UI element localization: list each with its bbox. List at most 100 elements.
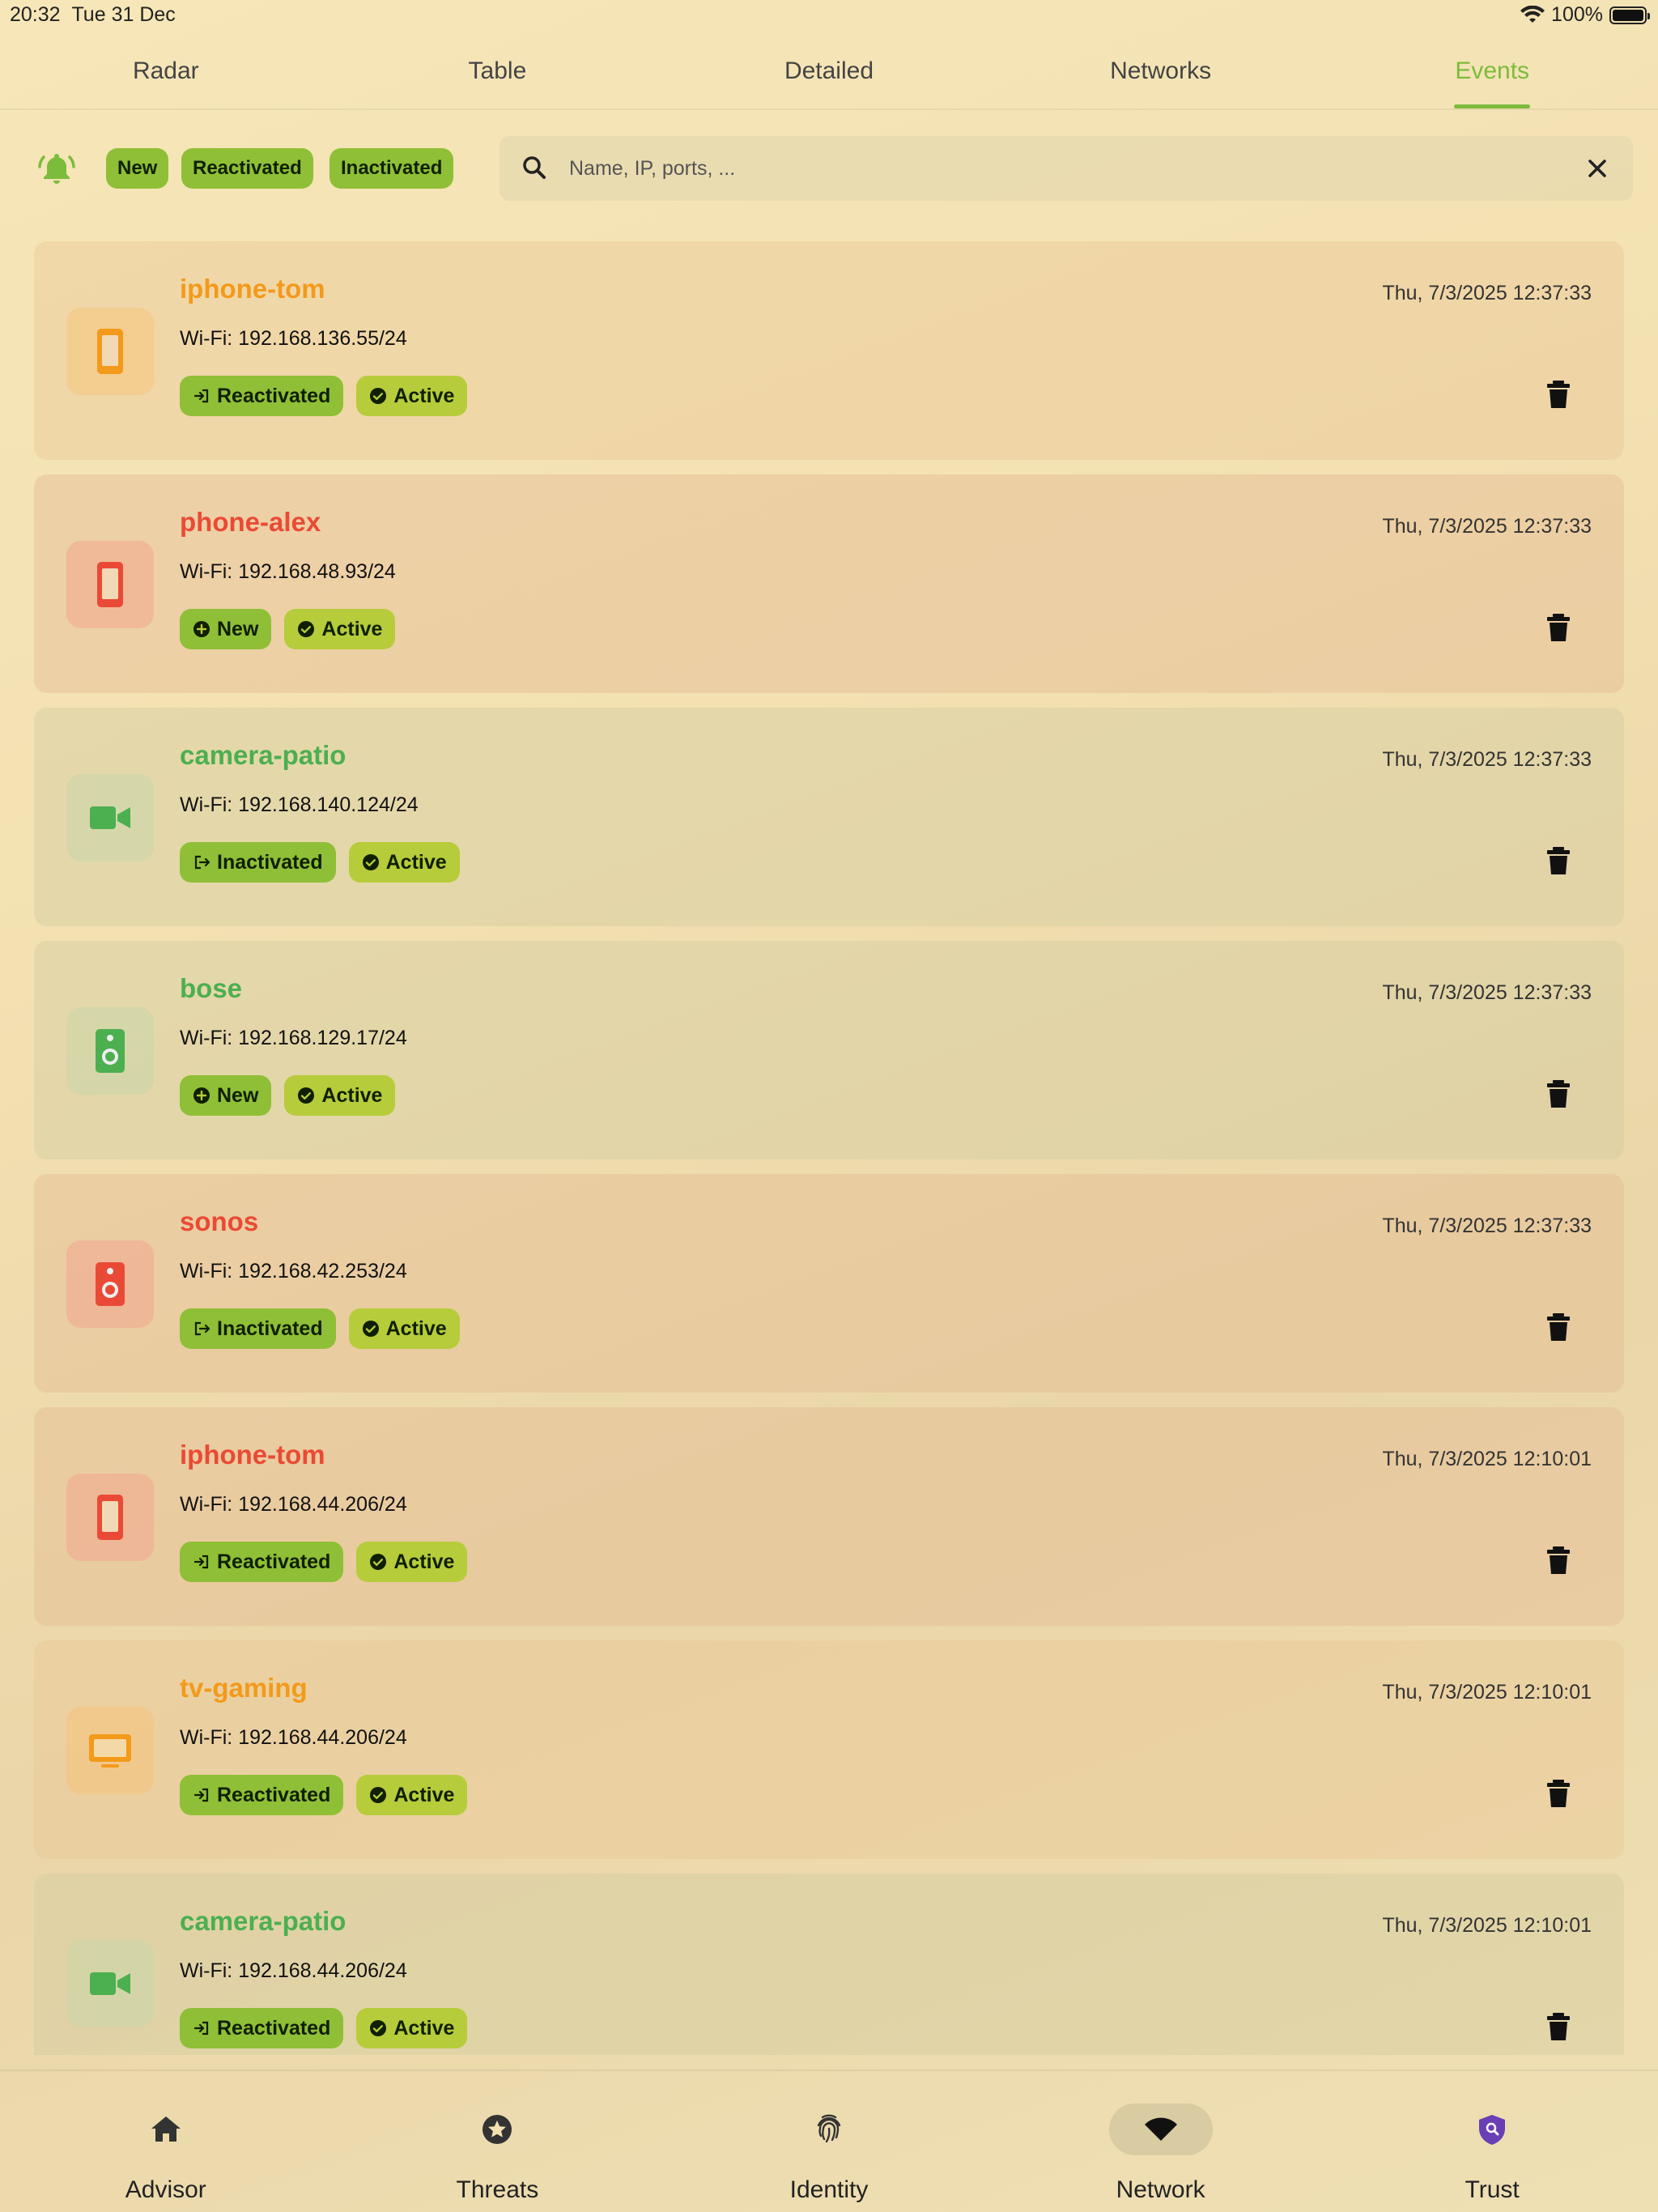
event-type-label: Reactivated [217,384,331,407]
check-circle-icon [362,854,379,870]
phone-icon [97,562,123,607]
check-circle-icon [370,1554,387,1570]
filter-chip-reactivated[interactable]: Reactivated [181,148,313,189]
device-name: phone-alex [180,507,321,537]
trash-icon[interactable] [1541,1310,1575,1344]
status-badge: Active [284,609,396,649]
device-icon-box [66,1707,154,1794]
bottom-nav: Advisor Threats Identity Network Trust [0,2069,1658,2212]
badge-row: Inactivated Active [180,842,460,883]
badge-row: Reactivated Active [180,1542,468,1582]
trash-icon[interactable] [1541,2010,1575,2044]
wifi-icon [1144,2117,1177,2141]
phone-icon [97,329,123,374]
search-input[interactable] [569,136,1524,201]
nav-network[interactable]: Network [995,2071,1327,2212]
tab-table[interactable]: Table [332,40,664,108]
plus-circle-icon [193,1087,210,1104]
nav-threats[interactable]: Threats [332,2071,664,2212]
event-card[interactable]: iphone-tom Thu, 7/3/2025 12:10:01 Wi-Fi:… [34,1407,1624,1626]
status-badge: Active [284,1075,396,1116]
speaker-icon [96,1262,125,1306]
check-circle-icon [370,2020,387,2036]
event-type-badge: Reactivated [180,1542,344,1582]
nav-identity[interactable]: Identity [663,2071,995,2212]
device-name: camera-patio [180,740,346,770]
logout-icon [194,855,210,870]
device-icon-box [66,1940,154,2027]
nav-label: Threats [456,2176,539,2203]
event-card[interactable]: camera-patio Thu, 7/3/2025 12:10:01 Wi-F… [34,1874,1624,2055]
event-type-label: Reactivated [217,1550,331,1573]
event-type-label: Inactivated [217,850,323,874]
status-badge: Active [356,1775,468,1815]
nav-trust[interactable]: Trust [1326,2071,1658,2212]
events-list[interactable]: iphone-tom Thu, 7/3/2025 12:37:33 Wi-Fi:… [34,241,1624,2055]
event-card[interactable]: iphone-tom Thu, 7/3/2025 12:37:33 Wi-Fi:… [34,241,1624,460]
status-time: 20:32 Tue 31 Dec [10,3,176,26]
video-camera-icon [90,1972,130,1995]
status-badge: Active [348,1308,460,1349]
status-badge: Active [356,376,468,416]
close-icon[interactable] [1579,151,1615,186]
check-circle-icon [362,1321,379,1337]
trash-icon[interactable] [1541,1776,1575,1810]
status-label: Active [393,384,455,407]
filter-chip-new[interactable]: New [106,148,169,189]
event-type-label: New [217,1083,259,1107]
trash-icon[interactable] [1541,610,1575,644]
nav-advisor[interactable]: Advisor [0,2071,332,2212]
check-circle-icon [370,1787,387,1803]
trash-icon[interactable] [1541,377,1575,411]
device-ip: Wi-Fi: 192.168.44.206/24 [180,1726,407,1749]
filter-row: New Reactivated Inactivated [0,136,1658,201]
event-timestamp: Thu, 7/3/2025 12:37:33 [1382,282,1592,304]
status-label: Active [321,1083,383,1107]
device-icon-box [66,774,154,861]
event-card[interactable]: camera-patio Thu, 7/3/2025 12:37:33 Wi-F… [34,708,1624,926]
event-type-badge: Reactivated [180,1775,344,1815]
search-icon [523,156,546,179]
search-bar [500,136,1633,201]
device-name: iphone-tom [180,1440,325,1470]
trash-icon[interactable] [1541,1077,1575,1111]
speaker-icon [96,1029,125,1073]
event-timestamp: Thu, 7/3/2025 12:37:33 [1382,515,1592,538]
bell-ring-icon[interactable] [37,149,76,188]
device-icon-box [66,1240,154,1328]
filter-chip-inactivated[interactable]: Inactivated [329,148,454,189]
check-circle-icon [298,621,315,637]
status-bar: 20:32 Tue 31 Dec 100% [0,0,1658,32]
wifi-status-icon [1520,5,1545,23]
tab-events[interactable]: Events [1326,40,1658,108]
device-name: iphone-tom [180,274,325,304]
tab-radar[interactable]: Radar [0,40,332,108]
event-timestamp: Thu, 7/3/2025 12:37:33 [1382,1214,1592,1237]
tab-networks[interactable]: Networks [995,40,1327,108]
device-name: bose [180,973,243,1003]
status-badge: Active [356,2008,468,2048]
event-type-badge: Reactivated [180,2008,344,2048]
event-type-badge: Reactivated [180,376,344,416]
trash-icon[interactable] [1541,844,1575,878]
star-badge-icon [483,2115,512,2144]
device-name: tv-gaming [180,1673,308,1703]
event-card[interactable]: phone-alex Thu, 7/3/2025 12:37:33 Wi-Fi:… [34,474,1624,693]
badge-row: Reactivated Active [180,376,468,416]
event-timestamp: Thu, 7/3/2025 12:10:01 [1382,1448,1592,1470]
phone-icon [97,1495,123,1540]
device-ip: Wi-Fi: 192.168.42.253/24 [180,1260,407,1283]
tab-detailed[interactable]: Detailed [663,40,995,108]
event-card[interactable]: bose Thu, 7/3/2025 12:37:33 Wi-Fi: 192.1… [34,941,1624,1159]
nav-label: Identity [789,2176,869,2203]
event-type-badge: Inactivated [180,1308,336,1349]
login-icon [193,2021,209,2035]
event-card[interactable]: tv-gaming Thu, 7/3/2025 12:10:01 Wi-Fi: … [34,1640,1624,1859]
device-ip: Wi-Fi: 192.168.44.206/24 [180,1493,407,1516]
device-name: sonos [180,1206,259,1236]
event-type-label: Inactivated [217,1317,323,1340]
trash-icon[interactable] [1541,1543,1575,1577]
event-card[interactable]: sonos Thu, 7/3/2025 12:37:33 Wi-Fi: 192.… [34,1174,1624,1393]
event-type-badge: Inactivated [180,842,336,883]
event-type-label: Reactivated [217,2016,331,2040]
